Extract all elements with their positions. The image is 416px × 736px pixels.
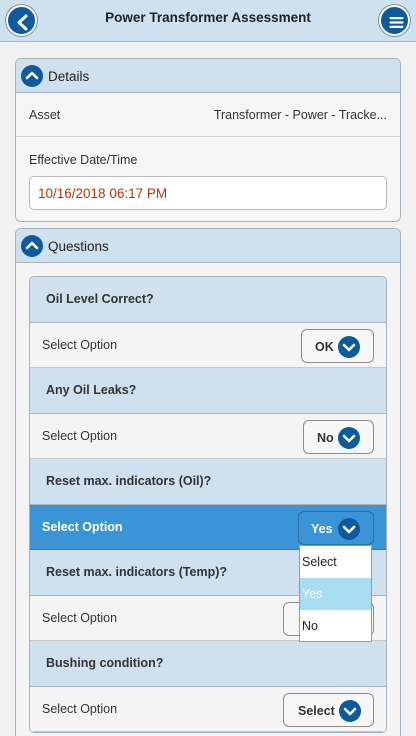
question-header: Oil Level Correct? bbox=[30, 277, 386, 323]
collapse-chevron-icon[interactable] bbox=[21, 235, 43, 257]
question-text: Reset max. indicators (Oil)? bbox=[46, 474, 212, 488]
answer-value: Yes bbox=[311, 522, 333, 536]
menu-button[interactable] bbox=[379, 5, 410, 36]
details-panel-header[interactable]: Details bbox=[16, 59, 400, 93]
effective-date-section: Effective Date/Time bbox=[16, 138, 400, 221]
chevron-down-icon bbox=[338, 427, 360, 449]
select-option-label: Select Option bbox=[42, 611, 118, 625]
select-option-label: Select Option bbox=[42, 338, 118, 352]
answer-select-button[interactable]: OK bbox=[301, 329, 374, 363]
select-option-label: Select Option bbox=[42, 520, 123, 534]
questions-panel: Questions Oil Level Correct? Select Opti… bbox=[15, 228, 401, 736]
select-option-label: Select Option bbox=[42, 429, 118, 443]
page-title: Power Transformer Assessment bbox=[105, 10, 311, 25]
chevron-down-icon bbox=[338, 336, 360, 358]
answer-value: No bbox=[317, 431, 334, 445]
chevron-left-icon bbox=[17, 14, 28, 31]
back-button[interactable] bbox=[6, 5, 37, 36]
chevron-down-icon bbox=[338, 518, 360, 540]
question-header: Reset max. indicators (Oil)? bbox=[30, 459, 386, 505]
questions-panel-header[interactable]: Questions bbox=[16, 229, 400, 263]
question-option-row: Select Option Select bbox=[30, 687, 386, 732]
question-list: Oil Level Correct? Select Option OK Any … bbox=[29, 276, 387, 733]
answer-select-button[interactable]: Select bbox=[283, 693, 374, 727]
details-panel: Details Asset Transformer - Power - Trac… bbox=[15, 58, 401, 222]
app-header: Power Transformer Assessment bbox=[0, 0, 416, 42]
question-text: Oil Level Correct? bbox=[46, 292, 154, 306]
answer-select-button[interactable]: No bbox=[303, 420, 374, 454]
question-text: Any Oil Leaks? bbox=[46, 383, 137, 397]
dropdown-option-yes[interactable]: Yes bbox=[300, 578, 371, 610]
hamburger-menu-icon bbox=[389, 17, 404, 28]
chevron-down-icon bbox=[339, 700, 361, 722]
question-option-row: Select Option OK bbox=[30, 323, 386, 368]
select-option-label: Select Option bbox=[42, 702, 118, 716]
question-header: Bushing condition? bbox=[30, 641, 386, 687]
effective-date-label: Effective Date/Time bbox=[29, 153, 138, 167]
asset-row: Asset Transformer - Power - Tracke... bbox=[16, 93, 400, 137]
details-title: Details bbox=[48, 69, 90, 84]
question-header: Any Oil Leaks? bbox=[30, 368, 386, 414]
question-text: Reset max. indicators (Temp)? bbox=[46, 565, 228, 579]
question-option-row-active: Select Option Yes bbox=[30, 505, 386, 550]
dropdown-option-select[interactable]: Select bbox=[300, 546, 371, 578]
answer-value: Select bbox=[298, 704, 335, 718]
asset-value: Transformer - Power - Tracke... bbox=[213, 108, 387, 122]
collapse-chevron-icon[interactable] bbox=[21, 65, 43, 87]
answer-select-button[interactable]: Yes bbox=[298, 511, 374, 545]
asset-label: Asset bbox=[29, 108, 61, 122]
effective-date-input[interactable] bbox=[29, 176, 387, 210]
question-option-row: Select Option No bbox=[30, 414, 386, 459]
dropdown-option-no[interactable]: No bbox=[300, 610, 371, 642]
question-text: Bushing condition? bbox=[46, 656, 164, 670]
answer-dropdown-menu: Select Yes No bbox=[299, 545, 372, 642]
questions-title: Questions bbox=[48, 239, 109, 254]
answer-value: OK bbox=[315, 340, 334, 354]
